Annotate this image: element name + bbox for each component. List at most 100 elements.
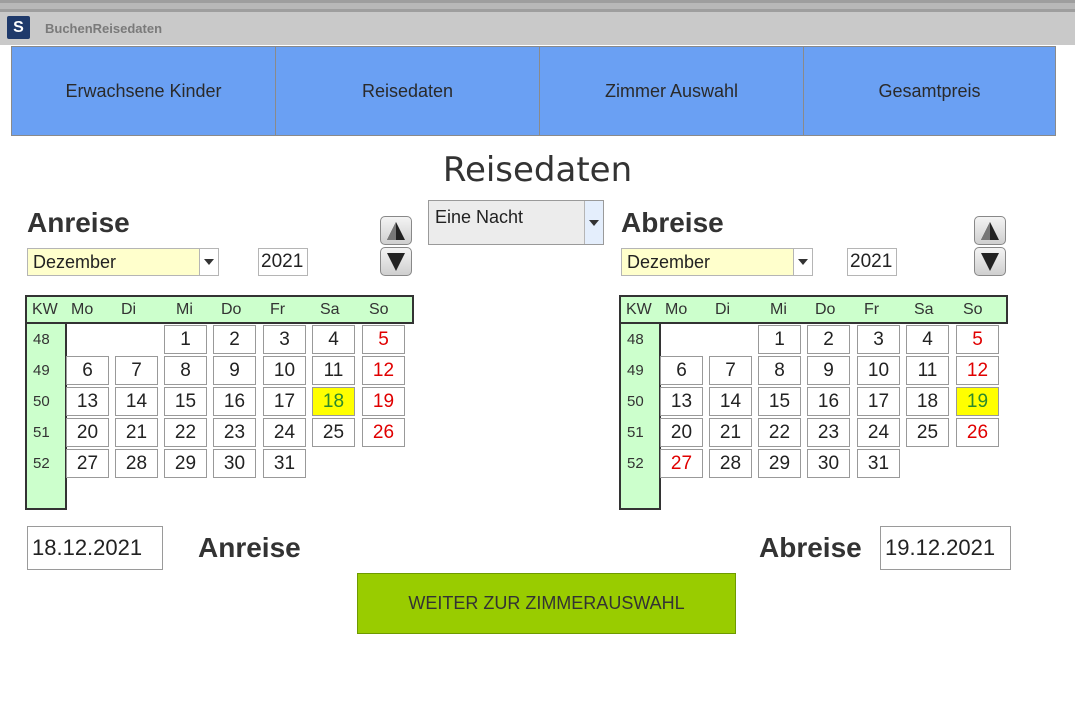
arrival-day-cell[interactable]: 6 — [66, 356, 109, 385]
departure-day-cell[interactable]: 29 — [758, 449, 801, 478]
nights-select[interactable]: Eine Nacht — [428, 200, 604, 245]
departure-day-cell[interactable]: 26 — [956, 418, 999, 447]
weekday-header: Di — [715, 301, 731, 318]
arrival-day-cell[interactable]: 22 — [164, 418, 207, 447]
departure-day-cell[interactable]: 20 — [660, 418, 703, 447]
arrival-day-cell[interactable]: 30 — [213, 449, 256, 478]
departure-year-down-button[interactable] — [974, 247, 1006, 276]
tab-gesamtpreis[interactable]: Gesamtpreis — [803, 46, 1056, 136]
departure-year-up-button[interactable] — [974, 216, 1006, 245]
arrival-day-cell[interactable]: 11 — [312, 356, 355, 385]
arrival-day-cell[interactable]: 5 — [362, 325, 405, 354]
arrival-day-cell[interactable]: 16 — [213, 387, 256, 416]
app-logo-icon: S — [7, 16, 30, 39]
triangle-down-icon — [387, 252, 405, 271]
arrival-day-cell[interactable]: 17 — [263, 387, 306, 416]
arrival-day-cell[interactable]: 2 — [213, 325, 256, 354]
arrival-day-cell[interactable]: 24 — [263, 418, 306, 447]
arrival-day-cell[interactable]: 12 — [362, 356, 405, 385]
departure-day-cell[interactable]: 13 — [660, 387, 703, 416]
weekday-header: Mi — [176, 301, 193, 318]
departure-day-cell[interactable]: 27 — [660, 449, 703, 478]
arrival-year-up-button[interactable] — [380, 216, 412, 245]
arrival-day-cell[interactable]: 20 — [66, 418, 109, 447]
window-title: BuchenReisedaten — [45, 21, 163, 36]
departure-day-cell[interactable]: 14 — [709, 387, 752, 416]
tab-reisedaten[interactable]: Reisedaten — [275, 46, 540, 136]
departure-day-cell[interactable]: 15 — [758, 387, 801, 416]
arrival-day-cell[interactable]: 10 — [263, 356, 306, 385]
departure-day-cell[interactable]: 8 — [758, 356, 801, 385]
weekday-header: Fr — [864, 301, 880, 318]
arrival-day-cell[interactable]: 18 — [312, 387, 355, 416]
departure-day-cell[interactable]: 5 — [956, 325, 999, 354]
arrival-day-cell[interactable]: 9 — [213, 356, 256, 385]
arrival-day-cell[interactable]: 14 — [115, 387, 158, 416]
departure-day-cell[interactable]: 18 — [906, 387, 949, 416]
weekday-header: Fr — [270, 301, 286, 318]
weekday-header: Mi — [770, 301, 787, 318]
week-number: 49 — [627, 362, 644, 379]
departure-day-cell[interactable]: 12 — [956, 356, 999, 385]
departure-day-cell[interactable]: 10 — [857, 356, 900, 385]
arrival-day-cell[interactable]: 15 — [164, 387, 207, 416]
week-number: 48 — [33, 331, 50, 348]
departure-day-cell[interactable]: 25 — [906, 418, 949, 447]
arrival-day-cell[interactable]: 8 — [164, 356, 207, 385]
arrival-month-select[interactable]: Dezember — [27, 248, 219, 276]
tab-zimmer-auswahl[interactable]: Zimmer Auswahl — [539, 46, 804, 136]
arrival-day-cell[interactable]: 3 — [263, 325, 306, 354]
departure-day-cell[interactable]: 22 — [758, 418, 801, 447]
weekday-header: Mo — [71, 301, 94, 318]
departure-day-cell[interactable]: 3 — [857, 325, 900, 354]
departure-day-cell[interactable]: 24 — [857, 418, 900, 447]
departure-day-cell[interactable]: 21 — [709, 418, 752, 447]
departure-day-cell[interactable]: 28 — [709, 449, 752, 478]
departure-year-field[interactable]: 2021 — [847, 248, 897, 276]
continue-to-room-selection-button[interactable]: WEITER ZUR ZIMMERAUSWAHL — [357, 573, 736, 634]
departure-day-cell[interactable]: 30 — [807, 449, 850, 478]
arrival-day-cell[interactable]: 4 — [312, 325, 355, 354]
arrival-day-cell[interactable]: 26 — [362, 418, 405, 447]
arrival-year-field[interactable]: 2021 — [258, 248, 308, 276]
arrival-date-field[interactable]: 18.12.2021 — [27, 526, 163, 570]
arrival-day-cell[interactable]: 13 — [66, 387, 109, 416]
arrival-day-cell[interactable]: 27 — [66, 449, 109, 478]
departure-day-cell[interactable]: 4 — [906, 325, 949, 354]
departure-day-cell[interactable]: 16 — [807, 387, 850, 416]
arrival-day-cell[interactable]: 25 — [312, 418, 355, 447]
arrival-day-cell[interactable]: 28 — [115, 449, 158, 478]
departure-day-cell[interactable]: 1 — [758, 325, 801, 354]
departure-month-value: Dezember — [627, 252, 711, 272]
arrival-day-cell[interactable]: 7 — [115, 356, 158, 385]
weekday-header: Di — [121, 301, 137, 318]
tab-label: Zimmer Auswahl — [604, 80, 739, 101]
arrival-day-cell[interactable]: 23 — [213, 418, 256, 447]
departure-month-select[interactable]: Dezember — [621, 248, 813, 276]
departure-day-cell[interactable]: 7 — [709, 356, 752, 385]
departure-day-cell[interactable]: 19 — [956, 387, 999, 416]
departure-heading: Abreise — [621, 207, 724, 238]
departure-day-cell[interactable]: 6 — [660, 356, 703, 385]
departure-day-cell[interactable]: 23 — [807, 418, 850, 447]
week-number: 51 — [627, 424, 644, 441]
departure-day-cell[interactable]: 17 — [857, 387, 900, 416]
arrival-day-cell[interactable]: 29 — [164, 449, 207, 478]
departure-day-cell[interactable]: 2 — [807, 325, 850, 354]
arrival-day-cell[interactable]: 1 — [164, 325, 207, 354]
chevron-down-icon[interactable] — [584, 201, 603, 244]
departure-week-column — [619, 322, 661, 510]
tab-erwachsene-kinder[interactable]: Erwachsene Kinder — [11, 46, 276, 136]
chevron-down-icon[interactable] — [793, 249, 812, 275]
arrival-day-cell[interactable]: 21 — [115, 418, 158, 447]
departure-date-label: Abreise — [759, 532, 862, 563]
arrival-day-cell[interactable]: 19 — [362, 387, 405, 416]
departure-date-field[interactable]: 19.12.2021 — [880, 526, 1011, 570]
arrival-day-cell[interactable]: 31 — [263, 449, 306, 478]
departure-day-cell[interactable]: 9 — [807, 356, 850, 385]
chevron-down-icon[interactable] — [199, 249, 218, 275]
arrival-month-value: Dezember — [33, 252, 117, 272]
departure-day-cell[interactable]: 11 — [906, 356, 949, 385]
departure-day-cell[interactable]: 31 — [857, 449, 900, 478]
arrival-year-down-button[interactable] — [380, 247, 412, 276]
